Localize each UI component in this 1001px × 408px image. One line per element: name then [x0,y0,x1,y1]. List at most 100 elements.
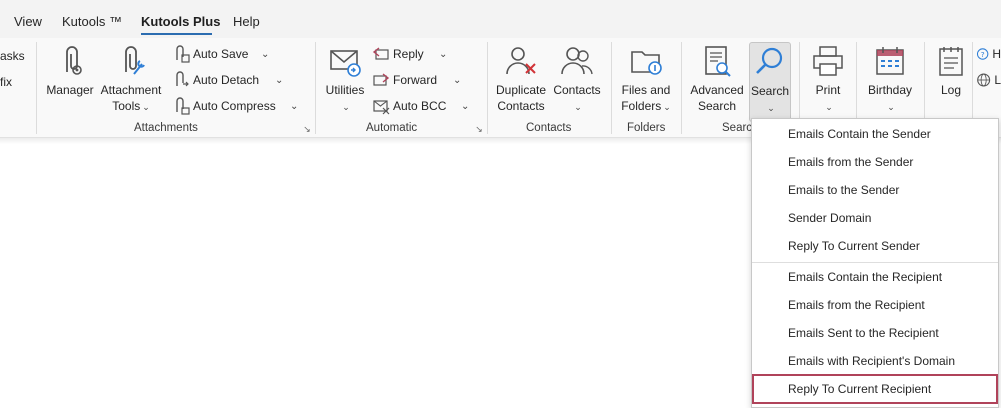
utilities-label: Utilities [325,83,365,97]
reply-button[interactable]: Reply ⌄ [372,43,482,65]
files-and-folders-label-2: Folders [621,99,662,113]
menu-item-emails-to-sender[interactable]: Emails to the Sender [752,177,998,203]
attachment-tools-label-2: Tools [112,99,141,113]
menu-item-reply-current-recipient[interactable]: Reply To Current Recipient [752,374,998,404]
help-icon: ? [976,48,989,60]
ribbon-tab-bar: View Kutools ™ Kutools Plus Help [0,0,1001,38]
paperclip-gear-icon [66,46,82,75]
calendar-icon [876,47,904,75]
forward-button[interactable]: Forward ⌄ [372,69,482,91]
menu-item-emails-contain-sender[interactable]: Emails Contain the Sender [752,121,998,147]
advanced-search-button[interactable]: Advanced Search [688,42,746,118]
active-tab-indicator [141,33,212,35]
advanced-search-label-1: Advanced [690,83,744,97]
people-x-icon [506,47,536,75]
duplicate-contacts-label-2: Contacts [497,99,545,113]
auto-bcc-label: Auto BCC [393,99,447,113]
group-label-folders: Folders [627,122,666,134]
help-button[interactable]: ? H [976,43,1001,65]
print-button[interactable]: Print ⌄ [806,42,850,118]
chevron-down-icon: ⌄ [342,102,350,112]
forward-icon [373,73,390,86]
chevron-down-icon: ⌄ [461,100,470,112]
log-button[interactable]: Log [932,42,970,118]
cut-off-item-2[interactable]: fix [0,75,12,89]
tab-kutools[interactable]: Kutools ™ [62,14,122,29]
chevron-down-icon: ⌄ [767,103,775,113]
chevron-down-icon: ⌄ [142,102,150,112]
contacts-button[interactable]: Contacts ⌄ [551,42,603,118]
cut-off-item-1[interactable]: asks [0,49,25,63]
menu-item-emails-from-recipient[interactable]: Emails from the Recipient [752,292,998,318]
search-dropdown-menu: Emails Contain the Sender Emails from th… [751,118,999,408]
search-button[interactable]: Search ⌄ [749,42,791,122]
attachment-tools-button[interactable]: Attachment Tools ⌄ [98,42,164,118]
advanced-search-label-2: Search [697,99,737,113]
chevron-down-icon: ⌄ [290,100,299,112]
duplicate-contacts-button[interactable]: Duplicate Contacts [493,42,549,118]
tab-help[interactable]: Help [233,14,260,29]
log-label: Log [940,83,962,97]
forward-label: Forward [393,73,438,87]
svg-text:?: ? [981,50,985,59]
print-label: Print [815,83,841,97]
chevron-down-icon: ⌄ [453,74,462,86]
reply-label: Reply [393,47,424,61]
help-label-cut: H [992,47,1001,61]
group-label-attachments: Attachments [134,122,198,134]
printer-icon [813,46,843,76]
notepad-icon [939,47,963,76]
globe-icon [977,73,991,87]
language-button[interactable]: L [976,69,1001,91]
group-separator [36,42,37,134]
paperclip-save-icon [176,45,190,63]
dialog-launcher-icon[interactable]: ↘ [302,124,312,134]
auto-detach-label: Auto Detach [193,73,260,87]
chevron-down-icon: ⌄ [439,48,448,60]
menu-item-reply-current-sender[interactable]: Reply To Current Sender [752,233,998,259]
files-and-folders-label-1: Files and [621,83,671,97]
auto-bcc-button[interactable]: Auto BCC ⌄ [372,95,482,117]
group-separator [611,42,612,134]
group-separator [315,42,316,134]
menu-item-emails-contain-recipient[interactable]: Emails Contain the Recipient [752,264,998,290]
paperclip-wrench-icon [125,46,145,75]
group-separator [487,42,488,134]
magnifier-icon [756,47,783,74]
group-separator [681,42,682,134]
auto-compress-label: Auto Compress [193,99,276,113]
chevron-down-icon: ⌄ [275,74,284,86]
contacts-label: Contacts [553,83,601,97]
group-label-automatic: Automatic [366,122,418,134]
menu-item-emails-recipient-domain[interactable]: Emails with Recipient's Domain [752,348,998,374]
tab-kutools-plus[interactable]: Kutools Plus [141,14,220,29]
chevron-down-icon: ⌄ [663,102,671,112]
menu-item-emails-from-sender[interactable]: Emails from the Sender [752,149,998,175]
people-icon [561,47,593,75]
chevron-down-icon: ⌄ [261,48,270,60]
auto-save-button[interactable]: Auto Save ⌄ [172,43,304,65]
auto-compress-button[interactable]: Auto Compress ⌄ [172,95,304,117]
menu-item-emails-sent-to-recipient[interactable]: Emails Sent to the Recipient [752,320,998,346]
auto-detach-button[interactable]: Auto Detach ⌄ [172,69,304,91]
menu-item-sender-domain[interactable]: Sender Domain [752,205,998,231]
files-and-folders-button[interactable]: Files and Folders ⌄ [617,42,675,118]
auto-save-label: Auto Save [193,47,249,61]
paperclip-compress-icon [176,97,190,115]
menu-divider [752,262,998,263]
chevron-down-icon: ⌄ [574,102,582,112]
manager-label: Manager [46,83,94,97]
birthday-button[interactable]: Birthday ⌄ [862,42,918,118]
tab-view[interactable]: View [14,14,42,29]
birthday-label: Birthday [867,83,913,97]
folder-icon [631,51,662,75]
manager-button[interactable]: Manager [44,42,96,118]
dialog-launcher-icon[interactable]: ↘ [474,124,484,134]
attachment-tools-label-1: Attachment [100,83,162,97]
utilities-button[interactable]: Utilities ⌄ [322,42,368,118]
duplicate-contacts-label-1: Duplicate [495,83,547,97]
search-label: Search [750,84,790,98]
paperclip-detach-icon [176,71,189,87]
group-label-contacts: Contacts [526,122,572,134]
document-search-icon [705,46,731,77]
